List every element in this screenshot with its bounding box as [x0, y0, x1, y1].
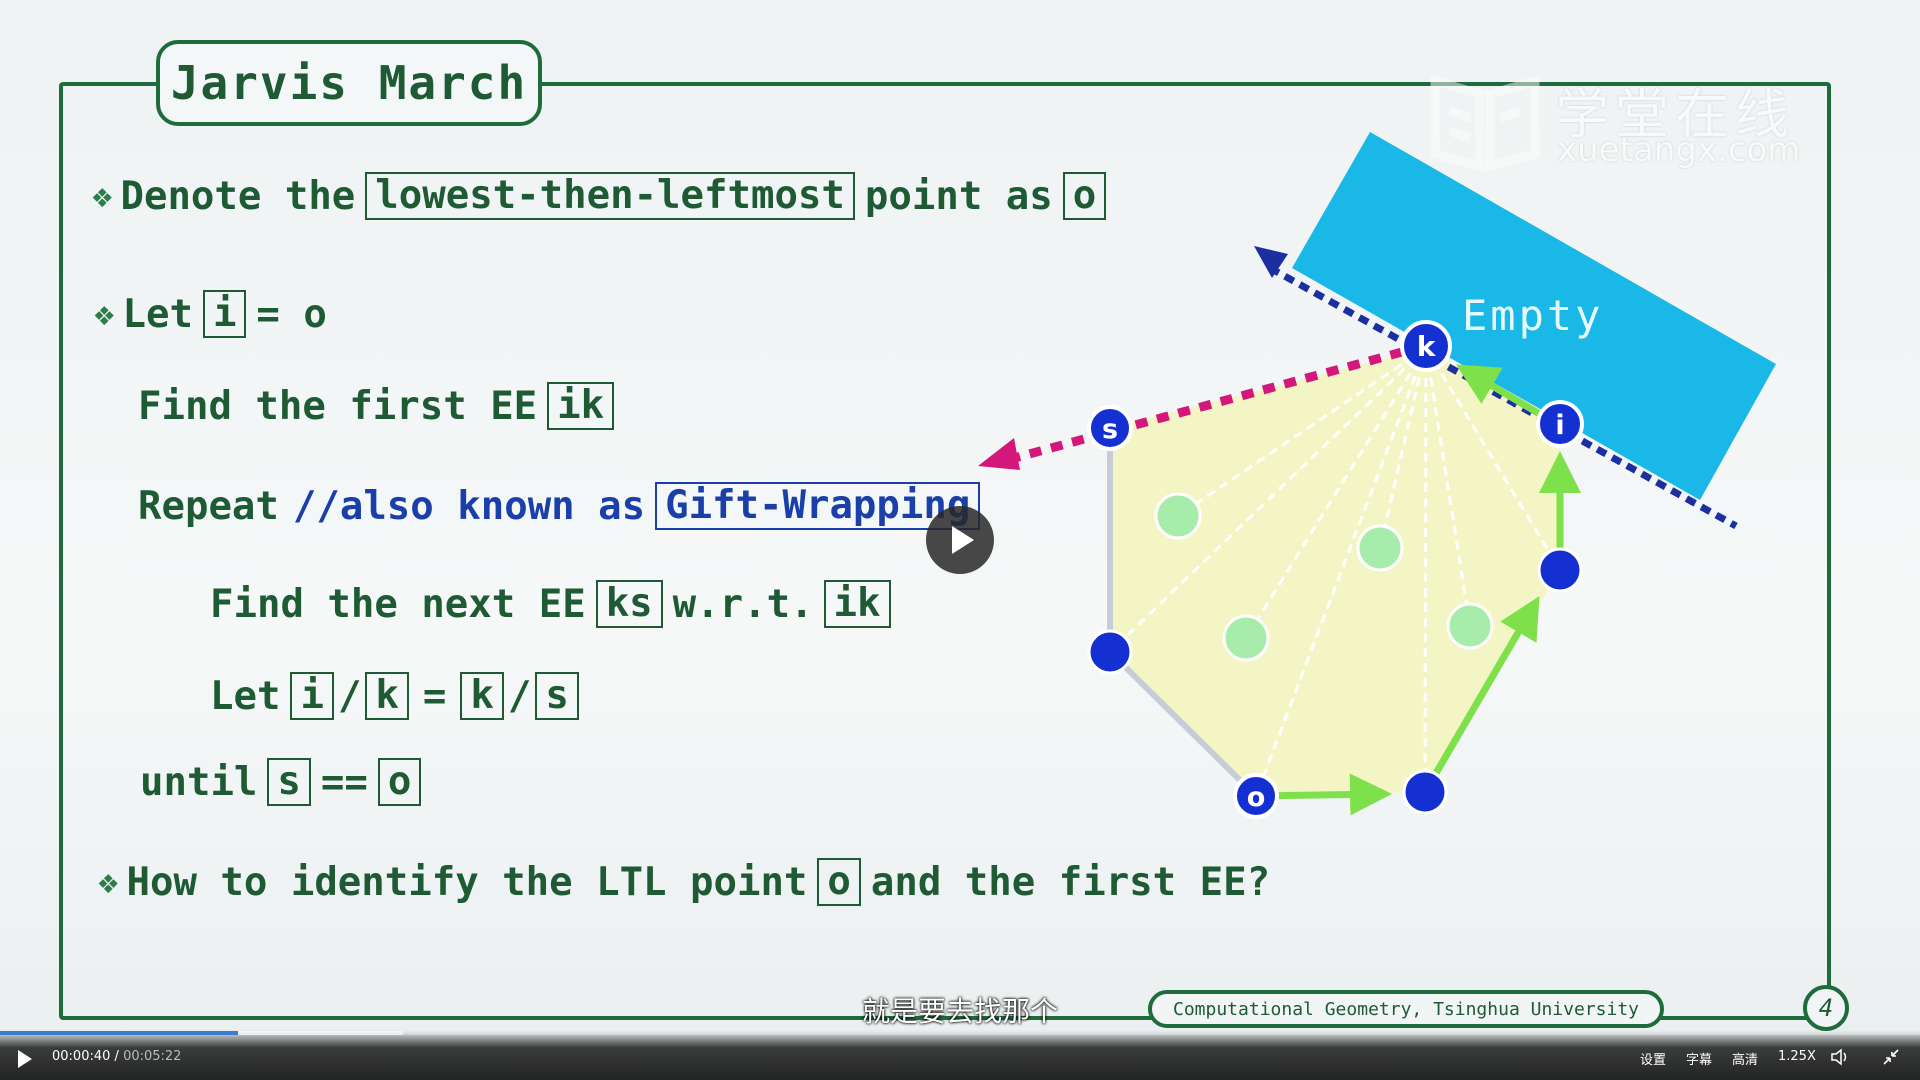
svg-text:o: o: [1247, 782, 1266, 813]
play-icon[interactable]: [18, 1050, 32, 1068]
point-s: s: [1087, 405, 1133, 451]
exit-fullscreen-icon[interactable]: [1882, 1048, 1900, 1066]
pink-arrowhead: [978, 438, 1020, 470]
svg-text:i: i: [1555, 410, 1564, 441]
volume-icon[interactable]: [1830, 1048, 1850, 1066]
navy-arrowhead: [1254, 246, 1288, 278]
svg-text:k: k: [1417, 330, 1437, 363]
quality-button[interactable]: 高清: [1732, 1049, 1758, 1068]
player-controls: [0, 1030, 1920, 1080]
point-k: k: [1400, 320, 1452, 372]
video-subtitle: 就是要去找那个: [861, 995, 1058, 1028]
total-time: 00:05:22: [123, 1049, 182, 1064]
speed-button[interactable]: 1.25X: [1778, 1049, 1816, 1064]
played-bar: [0, 1031, 239, 1035]
svg-text:s: s: [1102, 414, 1118, 445]
settings-button[interactable]: 设置: [1640, 1049, 1666, 1068]
captions-button[interactable]: 字幕: [1686, 1049, 1712, 1068]
point-i: i: [1536, 400, 1584, 448]
point-o: o: [1233, 773, 1279, 819]
time-separator: /: [114, 1049, 119, 1064]
hull-interior: [1110, 348, 1560, 796]
play-overlay-icon[interactable]: [926, 506, 994, 574]
progress-bar[interactable]: [0, 1031, 1920, 1035]
empty-label: Empty: [1462, 291, 1603, 340]
video-stage[interactable]: Jarvis March 学堂在线 xuetangx.com ❖ Denote …: [0, 0, 1920, 1080]
time-display: 00:00:40 / 00:05:22: [52, 1049, 181, 1064]
current-time: 00:00:40: [52, 1049, 111, 1064]
